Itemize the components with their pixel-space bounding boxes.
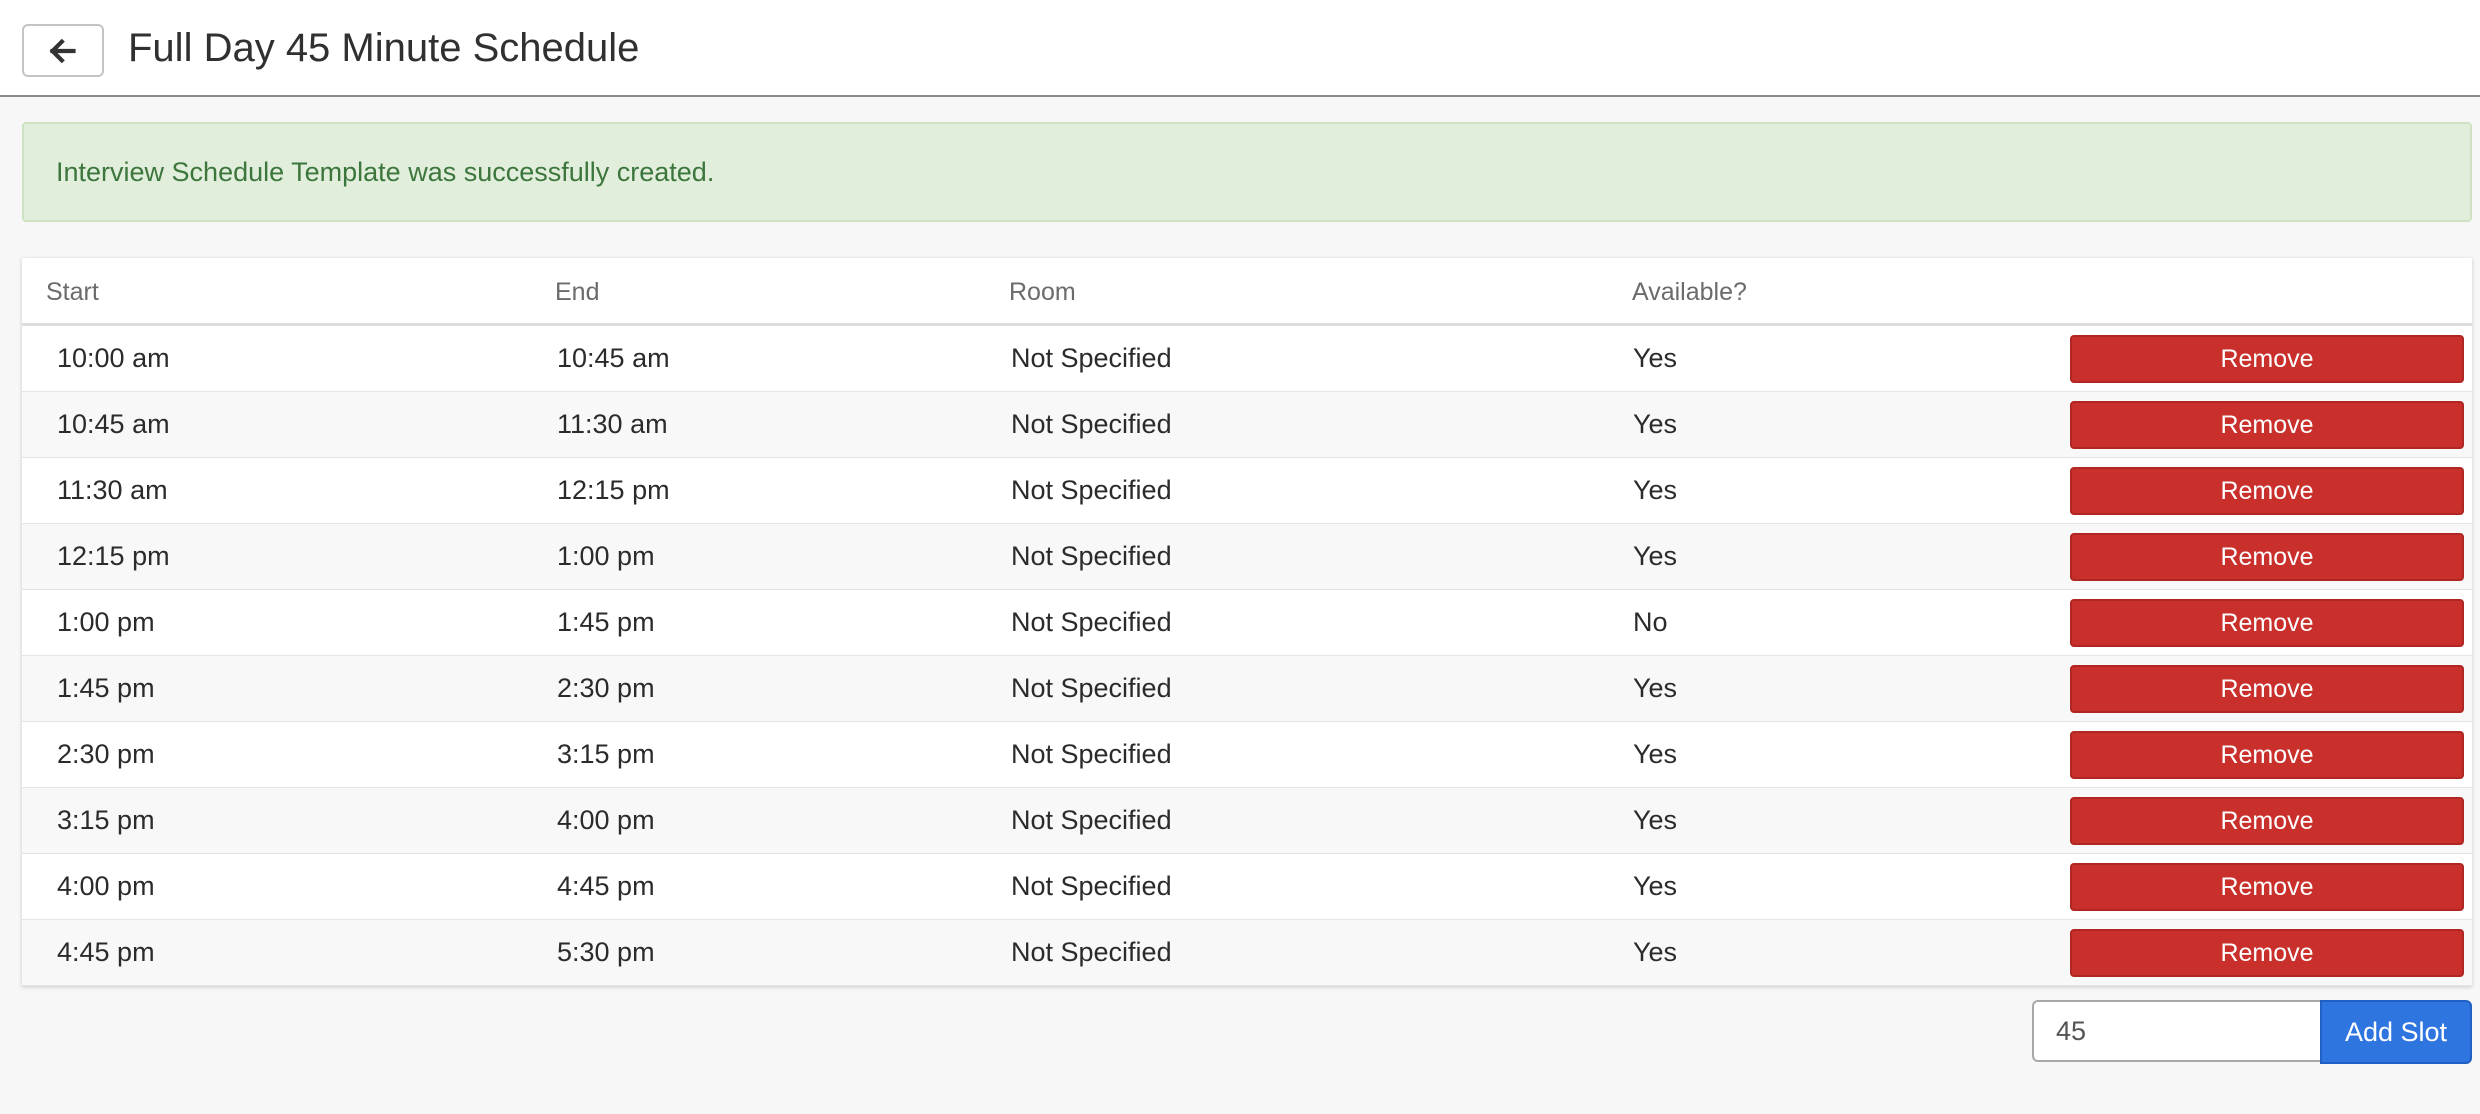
cell-end: 5:30 pm	[557, 937, 655, 967]
cell-start: 1:45 pm	[57, 673, 155, 703]
cell-room: Not Specified	[1011, 475, 1172, 505]
back-button[interactable]	[22, 24, 104, 77]
cell-available: Yes	[1633, 673, 1678, 703]
remove-button[interactable]: Remove	[2070, 797, 2464, 845]
cell-start: 10:00 am	[57, 343, 170, 373]
cell-start: 4:45 pm	[57, 937, 155, 967]
cell-room: Not Specified	[1011, 805, 1172, 835]
cell-available: Yes	[1633, 739, 1678, 769]
cell-start: 4:00 pm	[57, 871, 155, 901]
table-row: 4:45 pm 5:30 pm Not Specified Yes Remove	[22, 920, 2472, 986]
cell-room: Not Specified	[1011, 409, 1172, 439]
cell-available: No	[1633, 607, 1668, 637]
cell-start: 12:15 pm	[57, 541, 170, 571]
table-row: 2:30 pm 3:15 pm Not Specified Yes Remove	[22, 722, 2472, 788]
table-row: 1:00 pm 1:45 pm Not Specified No Remove	[22, 590, 2472, 656]
alert-message: Interview Schedule Template was successf…	[56, 156, 715, 187]
column-header-end: End	[555, 278, 600, 306]
add-slot-button[interactable]: Add Slot	[2320, 1000, 2472, 1064]
remove-button[interactable]: Remove	[2070, 533, 2464, 581]
cell-end: 3:15 pm	[557, 739, 655, 769]
cell-room: Not Specified	[1011, 607, 1172, 637]
cell-end: 4:45 pm	[557, 871, 655, 901]
table-row: 11:30 am 12:15 pm Not Specified Yes Remove	[22, 458, 2472, 524]
cell-end: 1:00 pm	[557, 541, 655, 571]
column-header-room: Room	[1009, 278, 1076, 306]
cell-available: Yes	[1633, 937, 1678, 967]
table-row: 3:15 pm 4:00 pm Not Specified Yes Remove	[22, 788, 2472, 854]
remove-button[interactable]: Remove	[2070, 731, 2464, 779]
cell-available: Yes	[1633, 871, 1678, 901]
cell-end: 4:00 pm	[557, 805, 655, 835]
cell-end: 1:45 pm	[557, 607, 655, 637]
cell-end: 12:15 pm	[557, 475, 670, 505]
cell-room: Not Specified	[1011, 937, 1172, 967]
cell-room: Not Specified	[1011, 739, 1172, 769]
cell-start: 10:45 am	[57, 409, 170, 439]
table-header: Start End Room Available?	[22, 258, 2472, 326]
table-row: 10:00 am 10:45 am Not Specified Yes Remove	[22, 326, 2472, 392]
remove-button[interactable]: Remove	[2070, 599, 2464, 647]
cell-room: Not Specified	[1011, 871, 1172, 901]
cell-room: Not Specified	[1011, 541, 1172, 571]
remove-button[interactable]: Remove	[2070, 929, 2464, 977]
cell-available: Yes	[1633, 343, 1678, 373]
remove-button[interactable]: Remove	[2070, 665, 2464, 713]
remove-button[interactable]: Remove	[2070, 467, 2464, 515]
cell-end: 10:45 am	[557, 343, 670, 373]
arrow-left-icon	[49, 37, 77, 65]
cell-start: 11:30 am	[57, 475, 168, 505]
table-row: 10:45 am 11:30 am Not Specified Yes Remove	[22, 392, 2472, 458]
cell-available: Yes	[1633, 475, 1678, 505]
schedule-table: Start End Room Available? 10:00 am 10:45 …	[22, 258, 2472, 986]
table-row: 4:00 pm 4:45 pm Not Specified Yes Remove	[22, 854, 2472, 920]
column-header-available: Available?	[1632, 278, 1747, 306]
cell-end: 2:30 pm	[557, 673, 655, 703]
cell-available: Yes	[1633, 805, 1678, 835]
remove-button[interactable]: Remove	[2070, 335, 2464, 383]
column-header-start: Start	[46, 278, 99, 306]
table-row: 1:45 pm 2:30 pm Not Specified Yes Remove	[22, 656, 2472, 722]
page-title: Full Day 45 Minute Schedule	[128, 26, 640, 70]
slot-duration-input[interactable]	[2032, 1000, 2321, 1062]
cell-start: 1:00 pm	[57, 607, 155, 637]
cell-end: 11:30 am	[557, 409, 668, 439]
cell-start: 2:30 pm	[57, 739, 155, 769]
cell-room: Not Specified	[1011, 673, 1172, 703]
remove-button[interactable]: Remove	[2070, 401, 2464, 449]
cell-available: Yes	[1633, 409, 1678, 439]
remove-button[interactable]: Remove	[2070, 863, 2464, 911]
page-header: Full Day 45 Minute Schedule	[0, 0, 2480, 97]
success-alert: Interview Schedule Template was successf…	[22, 122, 2472, 222]
table-row: 12:15 pm 1:00 pm Not Specified Yes Remove	[22, 524, 2472, 590]
cell-room: Not Specified	[1011, 343, 1172, 373]
cell-start: 3:15 pm	[57, 805, 155, 835]
cell-available: Yes	[1633, 541, 1678, 571]
